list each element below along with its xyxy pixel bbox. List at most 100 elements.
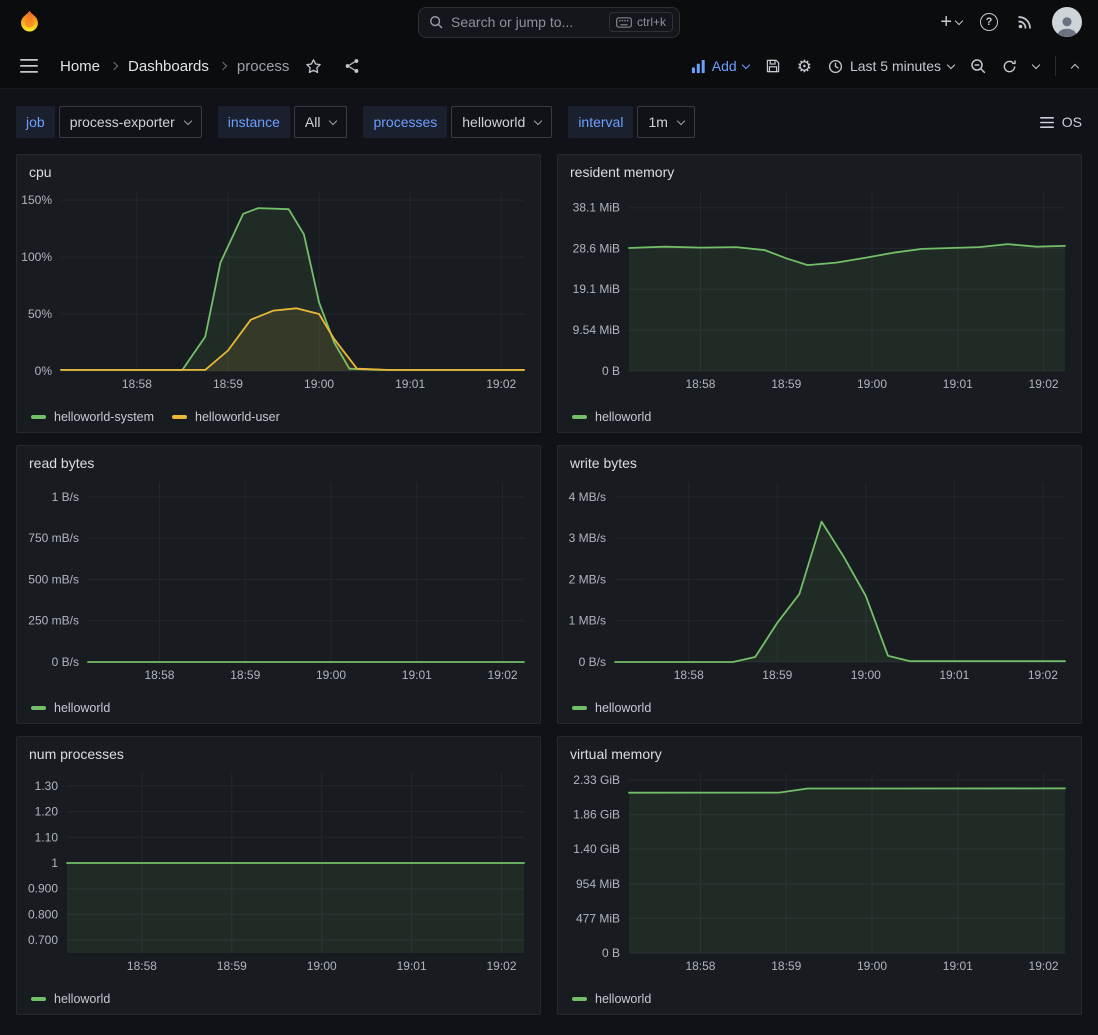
legend-series-label: helloworld	[595, 701, 651, 715]
svg-text:18:59: 18:59	[771, 959, 801, 973]
panel-num-processes: num processes 0.7000.8000.90011.101.201.…	[16, 736, 541, 1015]
chevron-right-icon	[110, 62, 118, 70]
breadcrumb: Home Dashboards process	[60, 58, 289, 75]
svg-text:0 B/s: 0 B/s	[579, 655, 606, 669]
legend-item[interactable]: helloworld	[572, 992, 651, 1006]
grafana-flame-icon	[16, 9, 43, 36]
svg-text:19:01: 19:01	[939, 668, 969, 682]
chart-cpu[interactable]: 0%50%100%150%18:5818:5919:0019:0119:02	[17, 183, 540, 395]
news-button[interactable]	[1016, 13, 1034, 31]
row-list-icon	[1040, 117, 1054, 128]
menu-toggle-button[interactable]	[14, 53, 44, 79]
chevron-down-icon	[741, 60, 749, 68]
panel-resident-memory: resident memory 0 B9.54 MiB19.1 MiB28.6 …	[557, 154, 1082, 433]
svg-text:18:59: 18:59	[762, 668, 792, 682]
gear-icon: ⚙	[797, 58, 812, 75]
panel-read-bytes: read bytes 0 B/s250 mB/s500 mB/s750 mB/s…	[16, 445, 541, 724]
svg-text:19:01: 19:01	[397, 959, 427, 973]
breadcrumb-dashboards[interactable]: Dashboards	[128, 58, 209, 75]
svg-text:19:01: 19:01	[943, 377, 973, 391]
legend: helloworld-system helloworld-user	[17, 408, 540, 432]
svg-text:150%: 150%	[21, 193, 52, 207]
os-row-toggle[interactable]: OS	[1040, 114, 1082, 130]
legend-item[interactable]: helloworld	[31, 992, 110, 1006]
dashboard-settings-button[interactable]: ⚙	[791, 52, 818, 81]
chart-read-bytes[interactable]: 0 B/s250 mB/s500 mB/s750 mB/s1 B/s18:581…	[17, 474, 540, 686]
variable-label-interval: interval	[568, 106, 633, 138]
svg-text:19:02: 19:02	[488, 668, 518, 682]
chart-num-processes[interactable]: 0.7000.8000.90011.101.201.3018:5818:5919…	[17, 765, 540, 977]
panel-title[interactable]: num processes	[17, 737, 540, 765]
search-input[interactable]: Search or jump to... ctrl+k	[418, 7, 680, 38]
user-avatar[interactable]	[1052, 7, 1082, 37]
variable-value-text: helloworld	[462, 114, 525, 130]
add-panel-button[interactable]: Add	[685, 52, 755, 80]
grafana-logo[interactable]	[16, 9, 43, 36]
svg-text:19:00: 19:00	[304, 377, 334, 391]
legend-item[interactable]: helloworld	[572, 701, 651, 715]
keyboard-shortcut-badge: ctrl+k	[609, 12, 673, 32]
svg-text:18:59: 18:59	[213, 377, 243, 391]
legend-item[interactable]: helloworld-system	[31, 410, 154, 424]
help-button[interactable]: ?	[980, 13, 998, 31]
svg-text:250 mB/s: 250 mB/s	[28, 614, 79, 628]
legend-series-color	[572, 415, 587, 419]
help-icon: ?	[980, 13, 998, 31]
legend: helloworld	[558, 990, 1081, 1014]
chevron-down-icon	[955, 16, 963, 24]
svg-text:18:58: 18:58	[144, 668, 174, 682]
chevron-down-icon	[183, 116, 191, 124]
variable-value-instance[interactable]: All	[294, 106, 348, 138]
svg-text:18:58: 18:58	[122, 377, 152, 391]
refresh-button[interactable]	[996, 53, 1023, 80]
collapse-topbar-button[interactable]	[1066, 56, 1084, 77]
variable-value-interval[interactable]: 1m	[637, 106, 694, 138]
dashboard-grid: cpu 0%50%100%150%18:5818:5919:0019:0119:…	[0, 154, 1098, 1015]
svg-text:19:01: 19:01	[943, 959, 973, 973]
variable-value-text: 1m	[648, 114, 667, 130]
rss-icon	[1016, 13, 1034, 31]
legend-series-color	[31, 997, 46, 1001]
legend-item[interactable]: helloworld-user	[172, 410, 280, 424]
chart-write-bytes[interactable]: 0 B/s1 MB/s2 MB/s3 MB/s4 MB/s18:5818:591…	[558, 474, 1081, 686]
plus-icon: +	[940, 12, 952, 32]
svg-text:0 B: 0 B	[602, 364, 620, 378]
refresh-icon	[1002, 59, 1017, 74]
legend-item[interactable]: helloworld	[572, 410, 651, 424]
refresh-interval-dropdown[interactable]	[1027, 59, 1045, 74]
breadcrumb-home[interactable]: Home	[60, 58, 100, 75]
share-button[interactable]	[338, 52, 366, 80]
variable-value-job[interactable]: process-exporter	[59, 106, 202, 138]
variable-value-processes[interactable]: helloworld	[451, 106, 552, 138]
save-dashboard-button[interactable]	[759, 52, 787, 80]
svg-text:18:58: 18:58	[685, 377, 715, 391]
time-range-label: Last 5 minutes	[850, 58, 941, 74]
chevron-up-icon	[1071, 63, 1079, 71]
chevron-right-icon	[219, 62, 227, 70]
panel-title[interactable]: virtual memory	[558, 737, 1081, 765]
legend-item[interactable]: helloworld	[31, 701, 110, 715]
zoom-out-time-button[interactable]	[964, 52, 992, 80]
svg-text:18:58: 18:58	[685, 959, 715, 973]
panel-cpu: cpu 0%50%100%150%18:5818:5919:0019:0119:…	[16, 154, 541, 433]
chart-virtual-memory[interactable]: 0 B477 MiB954 MiB1.40 GiB1.86 GiB2.33 Gi…	[558, 765, 1081, 977]
panel-title[interactable]: resident memory	[558, 155, 1081, 183]
chart-resident-memory[interactable]: 0 B9.54 MiB19.1 MiB28.6 MiB38.1 MiB18:58…	[558, 183, 1081, 395]
svg-text:19:00: 19:00	[851, 668, 881, 682]
favorite-button[interactable]	[299, 52, 328, 81]
new-menu-button[interactable]: +	[940, 12, 962, 32]
legend: helloworld	[558, 408, 1081, 432]
panel-title[interactable]: write bytes	[558, 446, 1081, 474]
legend-series-color	[31, 706, 46, 710]
save-icon	[765, 58, 781, 74]
panel-title[interactable]: cpu	[17, 155, 540, 183]
dashboard-toolbar: Home Dashboards process Add	[0, 44, 1098, 89]
svg-text:18:59: 18:59	[230, 668, 260, 682]
svg-text:500 mB/s: 500 mB/s	[28, 572, 79, 586]
search-icon	[429, 15, 443, 29]
variable-value-text: All	[305, 114, 321, 130]
panel-title[interactable]: read bytes	[17, 446, 540, 474]
time-range-picker[interactable]: Last 5 minutes	[822, 52, 960, 80]
svg-text:0.700: 0.700	[28, 933, 58, 947]
add-label: Add	[712, 58, 737, 74]
